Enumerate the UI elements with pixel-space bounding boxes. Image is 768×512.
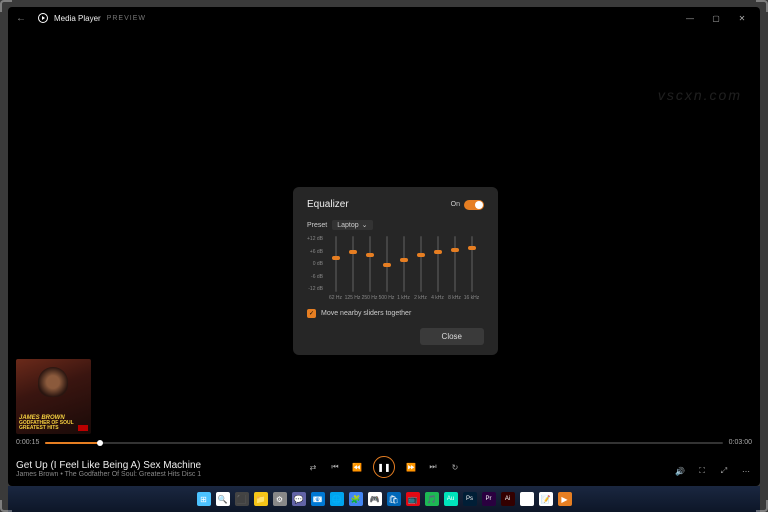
app-icon: [38, 13, 48, 23]
elapsed-time: 0:00:15: [16, 439, 39, 446]
preset-label: Preset: [307, 222, 327, 229]
taskbar-icon[interactable]: 🎮: [368, 492, 382, 506]
preset-select[interactable]: Laptop ⌄: [332, 220, 372, 230]
equalizer-dialog: Equalizer On Preset Laptop ⌄ +12 dB+6 dB…: [293, 187, 498, 355]
eq-band[interactable]: 125 Hz: [344, 236, 361, 301]
miniplayer-button[interactable]: ⤢: [718, 466, 730, 476]
seek-row: 0:00:15 0:03:00: [16, 439, 752, 446]
band-label: 16 kHz: [464, 295, 480, 301]
right-controls: 🔊 ⛶ ⤢ ⋯: [674, 466, 752, 476]
eq-band[interactable]: 500 Hz: [378, 236, 395, 301]
eq-band[interactable]: 250 Hz: [361, 236, 378, 301]
eq-toggle[interactable]: On: [451, 200, 484, 210]
taskbar-icon[interactable]: ▶: [558, 492, 572, 506]
band-label: 2 kHz: [414, 295, 427, 301]
taskbar-icon[interactable]: 📧: [311, 492, 325, 506]
toggle-switch-icon: [464, 200, 484, 210]
band-label: 4 kHz: [431, 295, 444, 301]
prev-button[interactable]: ⏮: [329, 462, 341, 472]
fullscreen-button[interactable]: ⛶: [696, 466, 708, 476]
eq-bands: +12 dB+6 dB0 dB-6 dB-12 dB 62 Hz125 Hz25…: [307, 236, 484, 301]
seek-bar[interactable]: [45, 442, 722, 444]
taskbar-icon[interactable]: 📁: [254, 492, 268, 506]
close-window-button[interactable]: ✕: [732, 14, 752, 23]
taskbar-icon[interactable]: ⬛: [235, 492, 249, 506]
band-label: 125 Hz: [345, 295, 361, 301]
play-pause-button[interactable]: ❚❚: [373, 456, 395, 478]
taskbar-icon[interactable]: 💬: [292, 492, 306, 506]
taskbar-icon[interactable]: Au: [444, 492, 458, 506]
band-label: 62 Hz: [329, 295, 342, 301]
total-time: 0:03:00: [729, 439, 752, 446]
eq-band[interactable]: 1 kHz: [395, 236, 412, 301]
more-button[interactable]: ⋯: [740, 467, 752, 476]
maximize-button[interactable]: ▢: [706, 14, 726, 23]
dialog-title: Equalizer: [307, 199, 349, 210]
taskbar-icon[interactable]: 🎵: [425, 492, 439, 506]
forward-button[interactable]: ⏩: [405, 463, 417, 472]
taskbar-icon[interactable]: 🛍: [387, 492, 401, 506]
band-label: 8 kHz: [448, 295, 461, 301]
album-art[interactable]: JAMES BROWN GODFATHER OF SOUL GREATEST H…: [16, 359, 91, 434]
link-sliders-label: Move nearby sliders together: [321, 310, 411, 317]
taskbar-icon[interactable]: Ps: [463, 492, 477, 506]
eq-scale: +12 dB+6 dB0 dB-6 dB-12 dB: [307, 236, 323, 292]
volume-button[interactable]: 🔊: [674, 467, 686, 476]
song-artist: James Brown • The Godfather Of Soul: Gre…: [16, 471, 201, 478]
minimize-button[interactable]: —: [680, 14, 700, 23]
taskbar-icon[interactable]: Ai: [501, 492, 515, 506]
titlebar: ← Media Player PREVIEW — ▢ ✕: [8, 7, 760, 29]
preview-badge: PREVIEW: [107, 15, 146, 22]
taskbar-icon[interactable]: Pr: [482, 492, 496, 506]
taskbar-icon[interactable]: 🗂: [520, 492, 534, 506]
eq-band[interactable]: 4 kHz: [429, 236, 446, 301]
taskbar-icon[interactable]: 📺: [406, 492, 420, 506]
taskbar-icon[interactable]: 📝: [539, 492, 553, 506]
next-button[interactable]: ⏭: [427, 462, 439, 472]
eq-band[interactable]: 2 kHz: [412, 236, 429, 301]
taskbar-icon[interactable]: 🌐: [330, 492, 344, 506]
taskbar: ⊞ 🔍 ⬛ 📁 ⚙ 💬 📧 🌐 🧩 🎮 🛍 📺 🎵 Au Ps Pr Ai 🗂 📝 ▶: [8, 486, 760, 512]
rewind-button[interactable]: ⏪: [351, 463, 363, 472]
eq-band[interactable]: 8 kHz: [446, 236, 463, 301]
app-window: ← Media Player PREVIEW — ▢ ✕ vscxn.com J…: [8, 7, 760, 486]
band-label: 1 kHz: [397, 295, 410, 301]
eq-band[interactable]: 62 Hz: [327, 236, 344, 301]
back-button[interactable]: ←: [16, 13, 32, 24]
chevron-down-icon: ⌄: [362, 221, 368, 229]
app-title: Media Player: [54, 14, 101, 23]
now-playing: Get Up (I Feel Like Being A) Sex Machine…: [16, 460, 201, 478]
taskbar-icon[interactable]: ⚙: [273, 492, 287, 506]
band-label: 250 Hz: [362, 295, 378, 301]
taskbar-icon[interactable]: 🔍: [216, 492, 230, 506]
repeat-button[interactable]: ↻: [449, 463, 461, 472]
eq-band[interactable]: 16 kHz: [463, 236, 480, 301]
close-button[interactable]: Close: [420, 328, 484, 345]
taskbar-icon[interactable]: ⊞: [197, 492, 211, 506]
taskbar-icon[interactable]: 🧩: [349, 492, 363, 506]
band-label: 500 Hz: [379, 295, 395, 301]
watermark: vscxn.com: [658, 87, 742, 103]
transport-controls: ⇄ ⏮ ⏪ ❚❚ ⏩ ⏭ ↻: [307, 456, 461, 478]
shuffle-button[interactable]: ⇄: [307, 463, 319, 472]
song-title: Get Up (I Feel Like Being A) Sex Machine: [16, 460, 201, 471]
link-sliders-checkbox[interactable]: ✓: [307, 309, 316, 318]
